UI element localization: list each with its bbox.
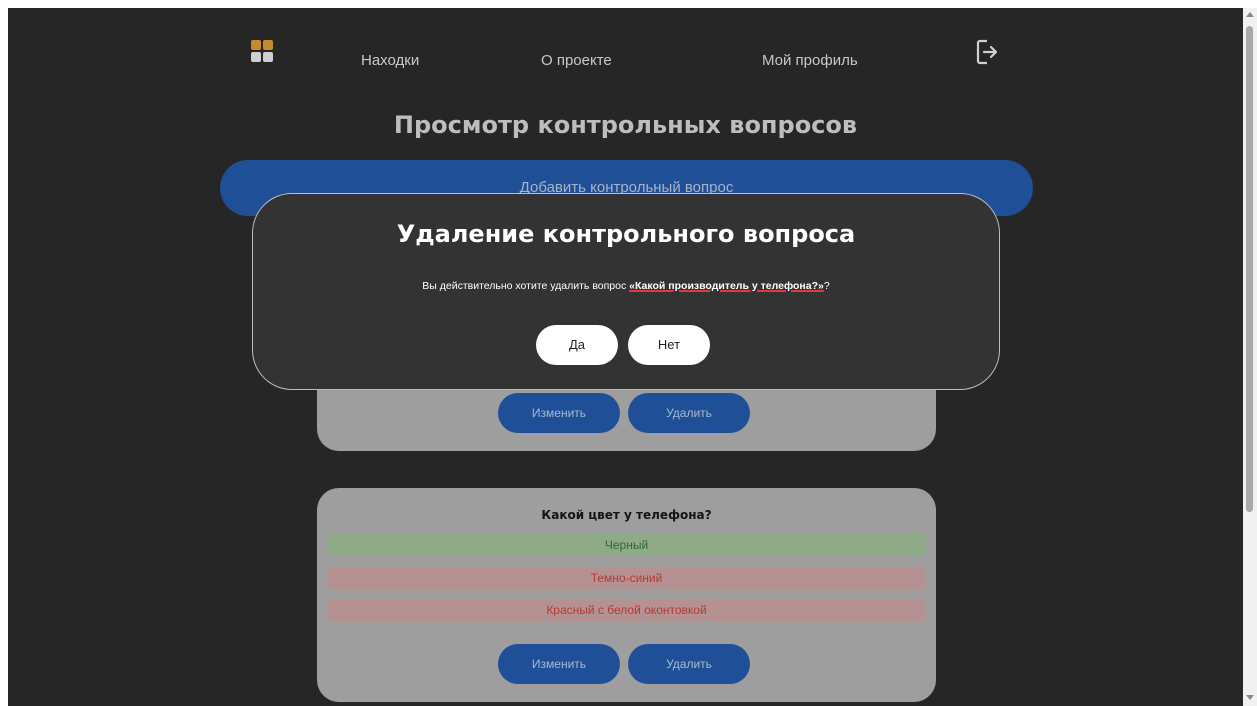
page-viewport: Находки О проекте Мой профиль Просмотр к…	[8, 8, 1243, 706]
logo-square	[263, 52, 273, 62]
scroll-thumb[interactable]	[1246, 26, 1253, 512]
edit-button[interactable]: Изменить	[498, 393, 620, 433]
edit-button[interactable]: Изменить	[498, 644, 620, 684]
scroll-up-icon[interactable]	[1246, 12, 1254, 17]
question-title: Какой цвет у телефона?	[541, 508, 712, 522]
confirm-no-button[interactable]: Нет	[628, 325, 710, 365]
answer-correct: Черный	[327, 534, 926, 556]
dialog-title: Удаление контрольного вопроса	[396, 220, 856, 248]
delete-button[interactable]: Удалить	[628, 644, 750, 684]
dialog-message-suffix: ?	[823, 280, 830, 292]
dialog-question-name: «Какой производитель у телефона?»	[629, 280, 824, 292]
delete-button[interactable]: Удалить	[628, 393, 750, 433]
answer-wrong: Темно-синий	[327, 567, 926, 589]
vertical-scrollbar[interactable]	[1243, 8, 1257, 706]
dialog-message-prefix: Вы действительно хотите удалить вопрос	[422, 280, 630, 292]
question-card: Какой цвет у телефона? Черный Темно-сини…	[317, 488, 936, 702]
nav-link-about[interactable]: О проекте	[541, 52, 612, 69]
page-title: Просмотр контрольных вопросов	[393, 111, 858, 139]
confirm-yes-button[interactable]: Да	[536, 325, 618, 365]
logo-square	[251, 40, 261, 50]
scroll-down-icon[interactable]	[1246, 695, 1254, 700]
logo-square	[251, 52, 261, 62]
answer-wrong: Красный с белой оконтовкой	[327, 599, 926, 621]
delete-confirm-dialog: Удаление контрольного вопроса Вы действи…	[252, 193, 1000, 390]
nav-link-profile[interactable]: Мой профиль	[762, 52, 858, 69]
app-logo-icon[interactable]	[251, 40, 275, 64]
dialog-message: Вы действительно хотите удалить вопрос «…	[253, 280, 999, 292]
logo-square	[263, 40, 273, 50]
logout-icon[interactable]	[976, 38, 1000, 66]
nav-link-finds[interactable]: Находки	[361, 52, 419, 69]
